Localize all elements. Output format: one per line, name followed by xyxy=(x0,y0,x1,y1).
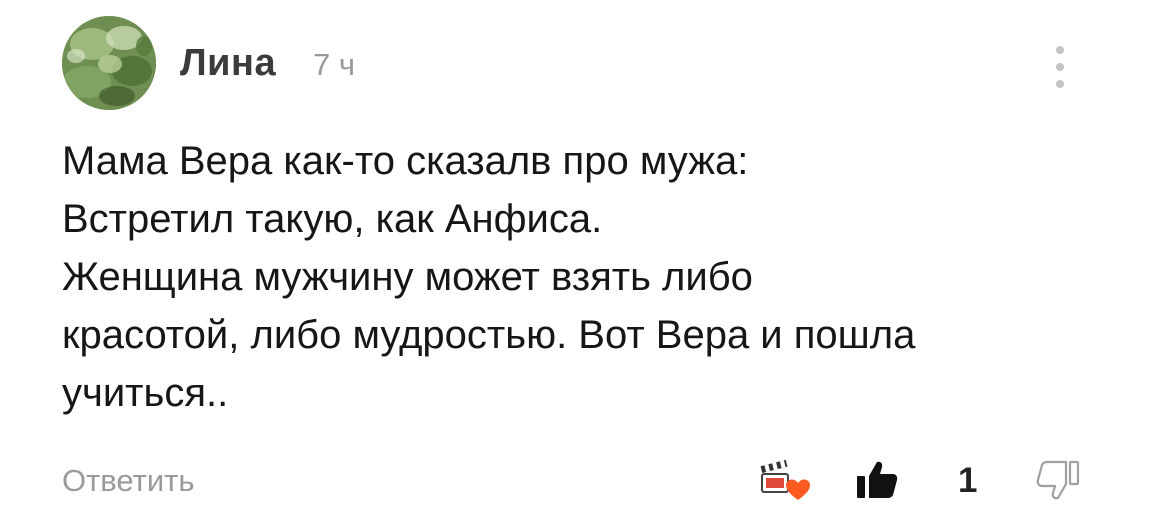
author-name[interactable]: Лина xyxy=(180,44,276,82)
thumbs-down-icon xyxy=(1036,460,1080,500)
comment-text-line: красотой, либо мудростью. Вот Вера и пош… xyxy=(62,313,916,357)
dislike-button[interactable] xyxy=(1036,458,1080,502)
comment-text-line: учиться.. xyxy=(62,371,229,415)
thumbs-up-icon xyxy=(857,461,898,498)
avatar-photo xyxy=(62,16,156,110)
reply-button[interactable]: Ответить xyxy=(62,465,195,496)
comment-timestamp: 7 ч xyxy=(313,47,356,82)
avatar[interactable] xyxy=(62,16,156,110)
comment-text-line: Женщина мужчину может взять либо xyxy=(62,255,753,299)
comment-text-line: Мама Вера как-то сказалв про мужа: xyxy=(62,139,749,183)
reactions-button[interactable] xyxy=(760,459,810,504)
like-count: 1 xyxy=(958,461,978,500)
more-options-button[interactable] xyxy=(1046,42,1074,92)
comment-text: Мама Вера как-то сказалв про мужа: Встре… xyxy=(62,132,1142,422)
reactions-clapperboard-heart-icon xyxy=(760,459,810,500)
like-button[interactable] xyxy=(855,458,899,502)
comment-card: Лина 7 ч Мама Вера как-то сказалв про му… xyxy=(0,0,1170,517)
comment-text-line: Встретил такую, как Анфиса. xyxy=(62,197,603,241)
